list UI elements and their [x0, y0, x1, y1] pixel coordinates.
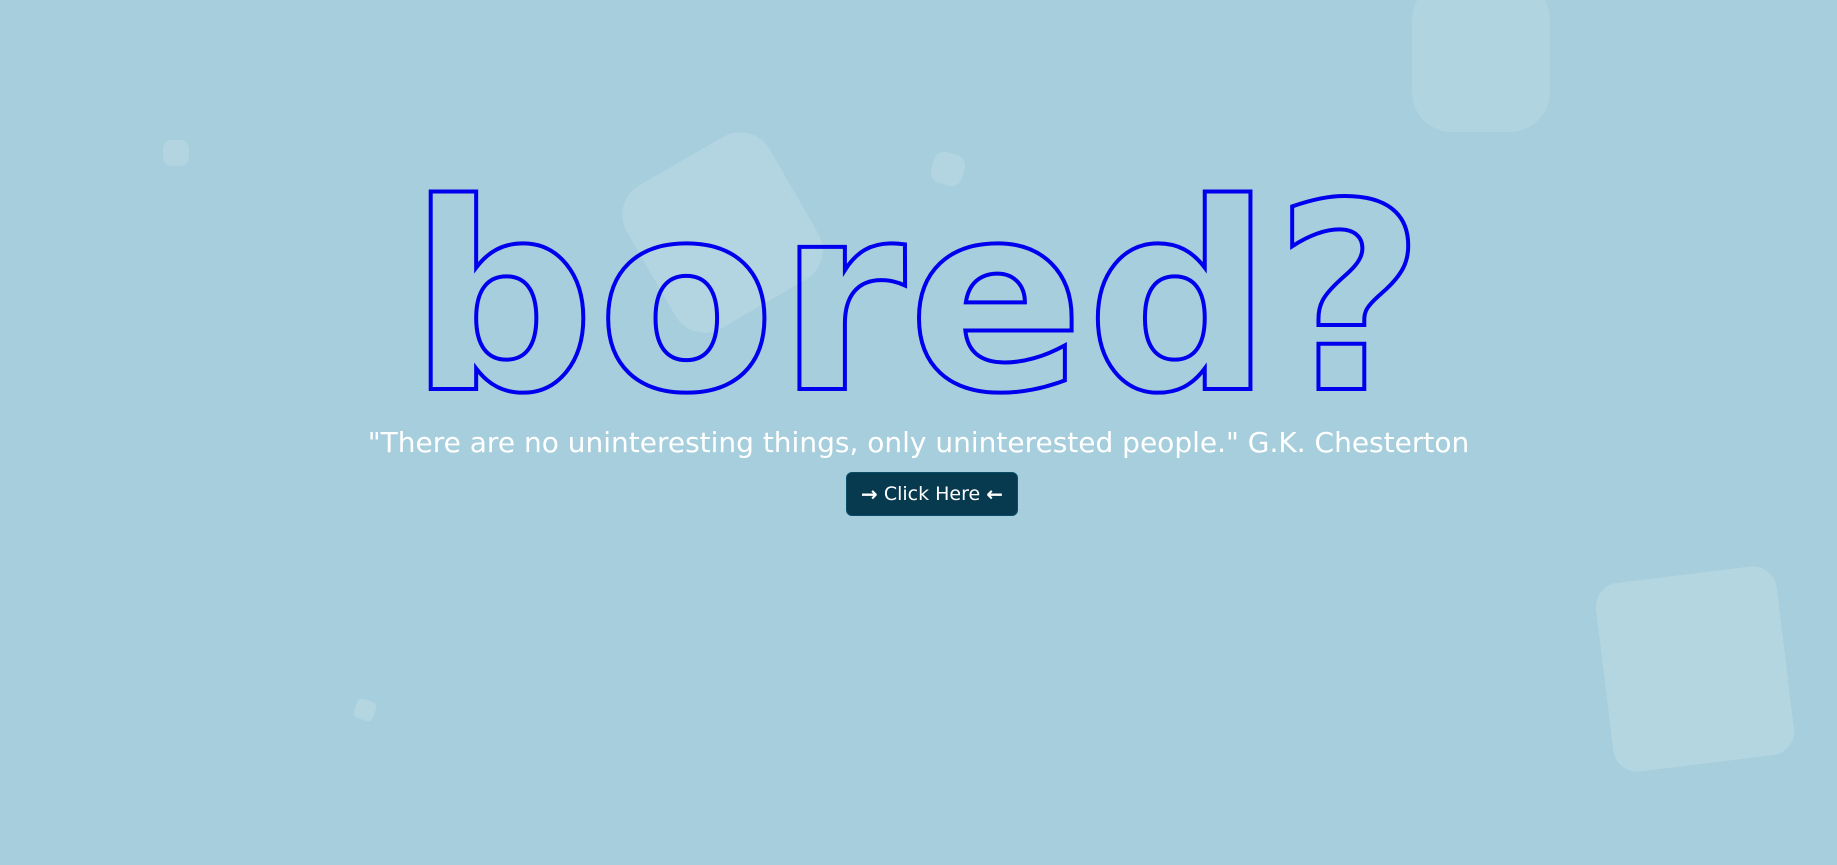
headline: bored?	[0, 127, 1837, 417]
click-here-label: Click Here	[883, 483, 981, 505]
arrow-left-icon: ←	[986, 482, 1003, 506]
click-here-button[interactable]: → Click Here ←	[846, 472, 1018, 516]
decorative-square	[1593, 563, 1797, 775]
headline-text: bored?	[409, 149, 1427, 417]
decorative-square	[352, 697, 378, 723]
quote-text: "There are no uninteresting things, only…	[367, 426, 1470, 459]
decorative-square	[1412, 0, 1550, 132]
arrow-right-icon: →	[861, 482, 878, 506]
